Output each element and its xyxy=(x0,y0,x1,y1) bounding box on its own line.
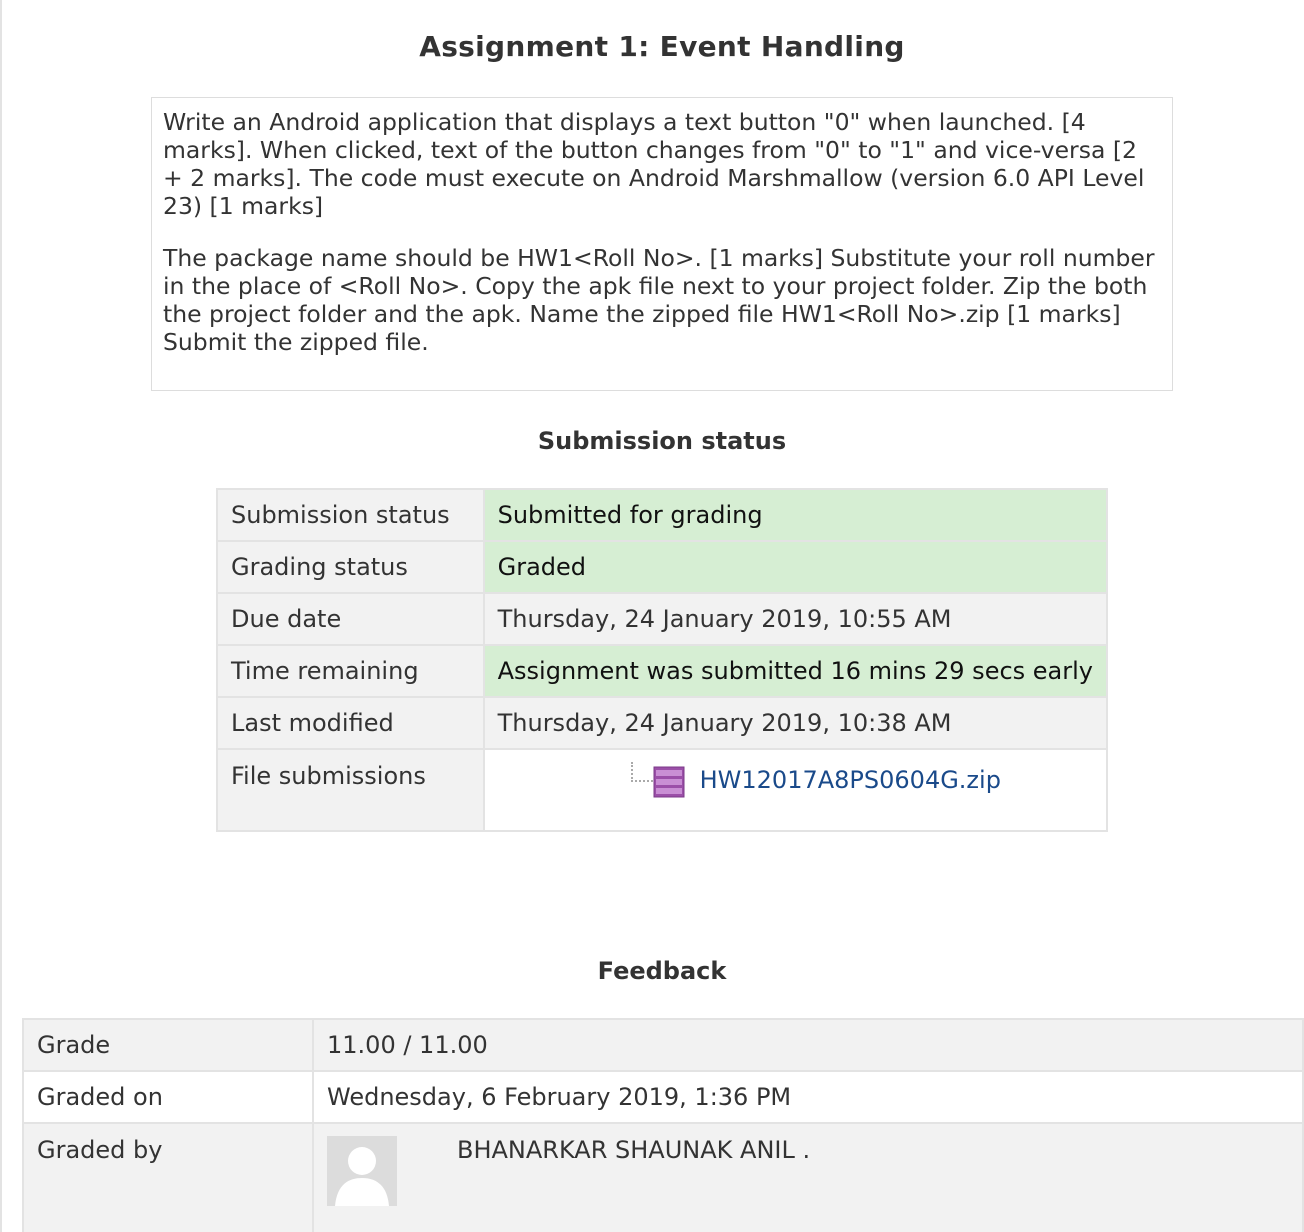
graded-by-value: BHANARKAR SHAUNAK ANIL . xyxy=(312,1122,1304,1232)
row-label: File submissions xyxy=(216,748,485,832)
submission-status-value: Submitted for grading xyxy=(482,488,1109,542)
grader-info: BHANARKAR SHAUNAK ANIL . xyxy=(327,1136,1289,1216)
row-label: Graded on xyxy=(22,1070,314,1124)
table-row: Last modified Thursday, 24 January 2019,… xyxy=(216,696,1109,750)
tree-connector xyxy=(630,762,653,782)
graded-on-value: Wednesday, 6 February 2019, 1:36 PM xyxy=(312,1070,1304,1124)
table-row: Due date Thursday, 24 January 2019, 10:5… xyxy=(216,592,1109,646)
zip-archive-icon xyxy=(653,766,685,798)
avatar xyxy=(327,1136,397,1206)
file-submissions-value: HW12017A8PS0604G.zip xyxy=(482,748,1109,832)
user-silhouette-icon xyxy=(335,1147,389,1206)
feedback-heading: Feedback xyxy=(597,957,727,985)
row-label: Last modified xyxy=(216,696,485,750)
table-row: Time remaining Assignment was submitted … xyxy=(216,644,1109,698)
row-label: Submission status xyxy=(216,488,485,542)
row-label: Grading status xyxy=(216,540,485,594)
grade-value: 11.00 / 11.00 xyxy=(312,1018,1304,1072)
page-title: Assignment 1: Event Handling xyxy=(419,30,905,63)
file-tree: HW12017A8PS0604G.zip xyxy=(616,762,1093,804)
assignment-page: Assignment 1: Event Handling Write an An… xyxy=(0,0,1304,1232)
description-paragraph: Write an Android application that displa… xyxy=(163,108,1145,220)
table-row: Grading status Graded xyxy=(216,540,1109,594)
table-row: Grade 11.00 / 11.00 xyxy=(22,1018,1304,1072)
submission-status-heading: Submission status xyxy=(537,427,787,455)
assignment-description: Write an Android application that displa… xyxy=(151,97,1173,391)
feedback-table: Grade 11.00 / 11.00 Graded on Wednesday,… xyxy=(22,1018,1304,1232)
table-row: File submissions HW12017A8PS0604G.zip xyxy=(216,748,1109,832)
submitted-file-link[interactable]: HW12017A8PS0604G.zip xyxy=(700,766,1001,794)
due-date-value: Thursday, 24 January 2019, 10:55 AM xyxy=(482,592,1109,646)
row-label: Graded by xyxy=(22,1122,314,1232)
row-label: Due date xyxy=(216,592,485,646)
table-row: Graded by BHANARKAR SHAUNAK ANIL . xyxy=(22,1122,1304,1232)
table-row: Graded on Wednesday, 6 February 2019, 1:… xyxy=(22,1070,1304,1124)
description-paragraph: The package name should be HW1<Roll No>.… xyxy=(163,244,1155,356)
grading-status-value: Graded xyxy=(482,540,1109,594)
table-row: Submission status Submitted for grading xyxy=(216,488,1109,542)
last-modified-value: Thursday, 24 January 2019, 10:38 AM xyxy=(482,696,1109,750)
row-label: Time remaining xyxy=(216,644,485,698)
left-border xyxy=(0,0,2,1232)
submission-status-table: Submission status Submitted for grading … xyxy=(216,488,1109,832)
grader-name: BHANARKAR SHAUNAK ANIL . xyxy=(457,1136,811,1164)
time-remaining-value: Assignment was submitted 16 mins 29 secs… xyxy=(482,644,1109,698)
row-label: Grade xyxy=(22,1018,314,1072)
